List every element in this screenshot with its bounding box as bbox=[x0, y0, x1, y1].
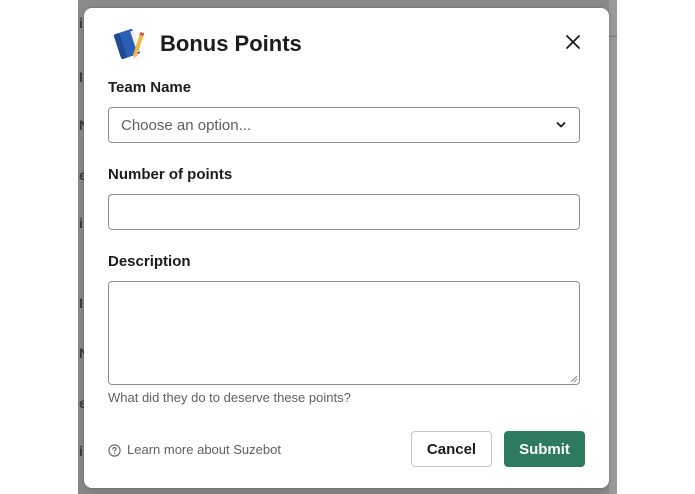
notebook-icon bbox=[113, 29, 145, 60]
description-hint: What did they do to deserve these points… bbox=[108, 390, 351, 405]
resize-handle-icon[interactable] bbox=[569, 374, 578, 383]
team-name-select[interactable]: Choose an option... bbox=[108, 107, 580, 143]
team-name-label: Team Name bbox=[108, 79, 192, 96]
cancel-button[interactable]: Cancel bbox=[411, 431, 492, 467]
description-textarea[interactable] bbox=[108, 281, 580, 385]
background-panel bbox=[609, 0, 617, 494]
learn-more-text: Learn more about Suzebot bbox=[127, 442, 281, 457]
submit-button[interactable]: Submit bbox=[504, 431, 585, 467]
number-of-points-label: Number of points bbox=[108, 166, 233, 183]
help-circle-icon bbox=[108, 443, 121, 457]
bonus-points-modal: Bonus Points Team Name Choose an option.… bbox=[84, 8, 609, 488]
chevron-down-icon bbox=[556, 122, 566, 128]
modal-title: Bonus Points bbox=[160, 31, 302, 56]
team-name-placeholder: Choose an option... bbox=[121, 117, 252, 134]
background-divider bbox=[609, 36, 617, 37]
learn-more-link[interactable]: Learn more about Suzebot bbox=[108, 440, 281, 460]
description-label: Description bbox=[108, 253, 191, 270]
close-icon[interactable] bbox=[563, 32, 583, 52]
modal-header: Bonus Points bbox=[108, 26, 585, 62]
number-of-points-input[interactable] bbox=[108, 194, 580, 230]
